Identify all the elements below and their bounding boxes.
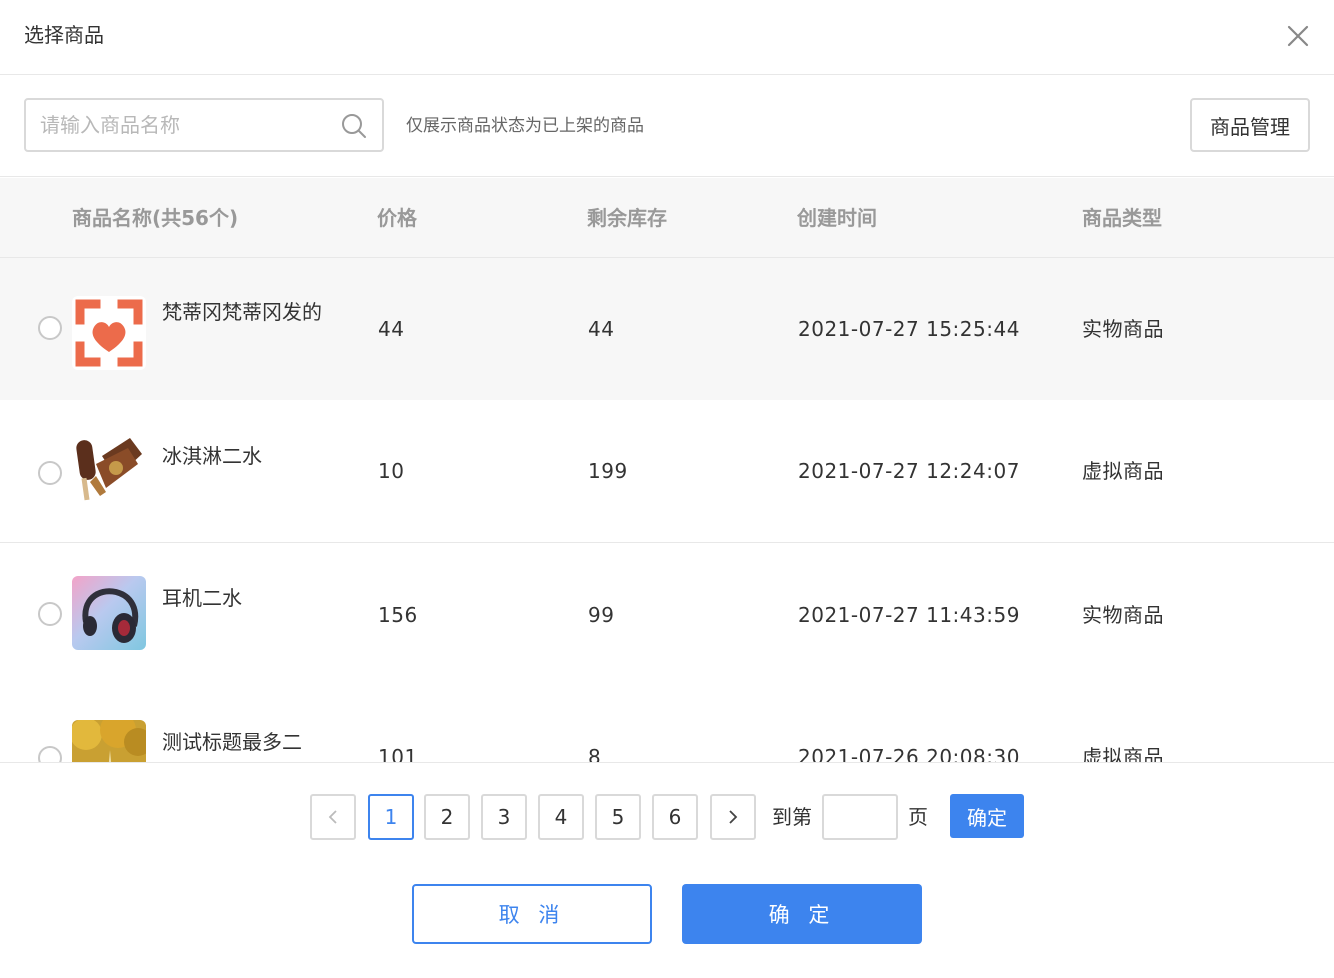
goto-prefix: 到第	[772, 805, 812, 829]
confirm-button[interactable]: 确 定	[682, 884, 922, 944]
divider	[0, 762, 1334, 763]
row-radio[interactable]	[38, 746, 62, 762]
product-stock: 44	[588, 317, 615, 341]
column-header-price: 价格	[377, 206, 417, 230]
next-page-button[interactable]	[710, 794, 756, 840]
row-radio[interactable]	[38, 316, 62, 340]
chevron-right-icon	[729, 810, 738, 824]
chevron-left-icon	[328, 810, 337, 824]
page-5-button[interactable]: 5	[595, 794, 641, 840]
product-manage-button[interactable]: 商品管理	[1190, 98, 1310, 152]
search-box	[24, 98, 384, 152]
product-created-time: 2021-07-27 12:24:07	[798, 459, 1020, 483]
product-name: 冰淇淋二水	[162, 444, 262, 468]
column-header-type: 商品类型	[1082, 206, 1162, 230]
product-stock: 99	[588, 603, 615, 627]
dialog-header: 选择商品	[0, 0, 1334, 75]
page-2-button[interactable]: 2	[424, 794, 470, 840]
product-name: 梵蒂冈梵蒂冈发的	[162, 300, 322, 324]
listing-hint: 仅展示商品状态为已上架的商品	[406, 116, 644, 136]
page-3-button[interactable]: 3	[481, 794, 527, 840]
select-product-dialog: 选择商品 仅展示商品状态为已上架的商品 商品管理 商品名称(共56个) 价格 剩…	[0, 0, 1334, 978]
column-header-stock: 剩余库存	[587, 206, 667, 230]
toolbar: 仅展示商品状态为已上架的商品 商品管理	[0, 75, 1334, 177]
goto-page-input[interactable]	[822, 794, 898, 840]
product-price: 101	[378, 745, 418, 762]
product-stock: 199	[588, 459, 628, 483]
table-row[interactable]: 耳机二水 156 99 2021-07-27 11:43:59 实物商品	[0, 544, 1334, 687]
page-4-button[interactable]: 4	[538, 794, 584, 840]
product-created-time: 2021-07-27 11:43:59	[798, 603, 1020, 627]
close-icon[interactable]	[1282, 20, 1314, 52]
goto-suffix: 页	[908, 805, 928, 829]
product-type: 虚拟商品	[1082, 745, 1164, 762]
row-radio[interactable]	[38, 461, 62, 485]
column-header-created: 创建时间	[797, 206, 877, 230]
product-created-time: 2021-07-27 15:25:44	[798, 317, 1020, 341]
product-type: 虚拟商品	[1082, 459, 1164, 483]
cancel-button[interactable]: 取 消	[412, 884, 652, 944]
table-row[interactable]: 冰淇淋二水 10 199 2021-07-27 12:24:07 虚拟商品	[0, 400, 1334, 543]
page-6-button[interactable]: 6	[652, 794, 698, 840]
product-type: 实物商品	[1082, 317, 1164, 341]
search-icon[interactable]	[340, 112, 368, 140]
product-created-time: 2021-07-26 20:08:30	[798, 745, 1020, 762]
table-row[interactable]: 梵蒂冈梵蒂冈发的 44 44 2021-07-27 15:25:44 实物商品	[0, 258, 1334, 401]
row-radio[interactable]	[38, 602, 62, 626]
table-body: 梵蒂冈梵蒂冈发的 44 44 2021-07-27 15:25:44 实物商品	[0, 258, 1334, 762]
ice-cream-image	[72, 434, 146, 508]
product-price: 10	[378, 459, 405, 483]
table-header: 商品名称(共56个) 价格 剩余库存 创建时间 商品类型	[0, 178, 1334, 258]
autumn-trees-image	[72, 720, 146, 762]
dialog-title: 选择商品	[24, 23, 104, 47]
product-price: 156	[378, 603, 418, 627]
product-name: 耳机二水	[162, 586, 242, 610]
heart-scan-icon	[72, 296, 146, 370]
product-name: 测试标题最多二	[162, 730, 302, 754]
product-stock: 8	[588, 745, 602, 762]
column-header-name: 商品名称(共56个)	[72, 206, 239, 230]
product-type: 实物商品	[1082, 603, 1164, 627]
page-1-button[interactable]: 1	[368, 794, 414, 840]
prev-page-button[interactable]	[310, 794, 356, 840]
search-input[interactable]	[40, 100, 340, 150]
headphones-image	[72, 576, 146, 650]
goto-confirm-button[interactable]: 确定	[950, 794, 1024, 838]
product-price: 44	[378, 317, 405, 341]
table-row[interactable]: 测试标题最多二 101 8 2021-07-26 20:08:30 虚拟商品	[0, 686, 1334, 762]
